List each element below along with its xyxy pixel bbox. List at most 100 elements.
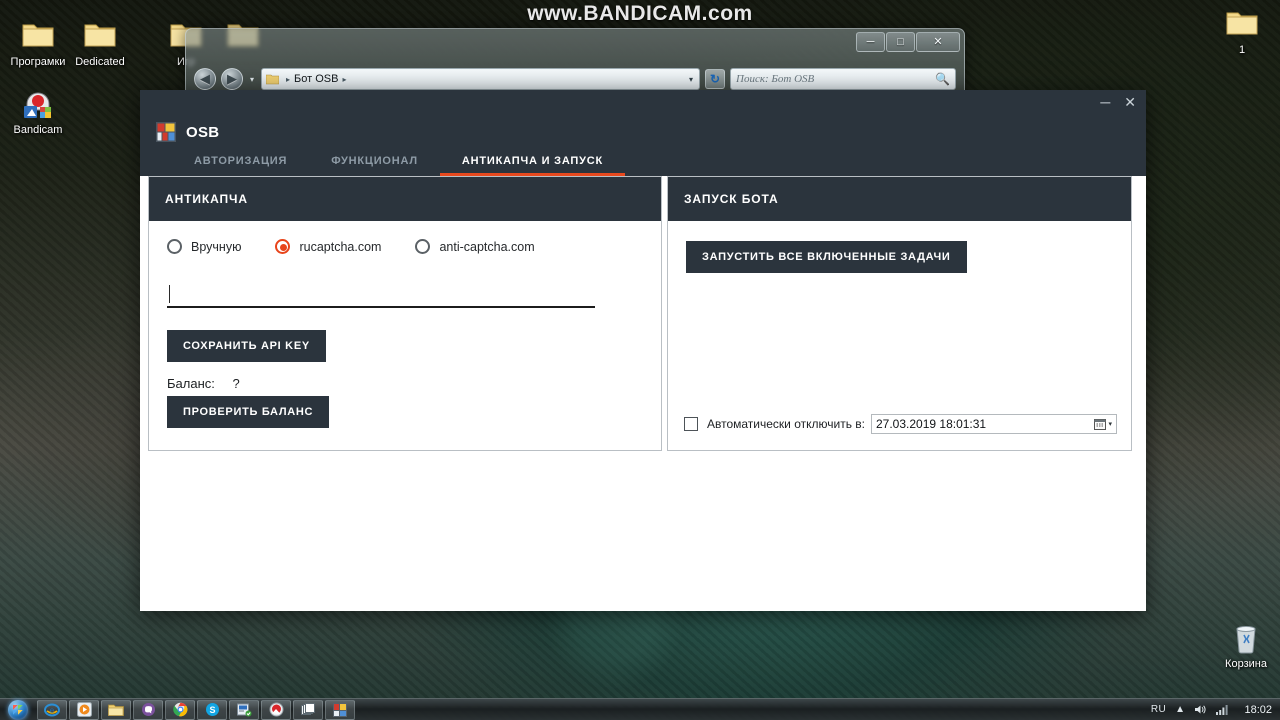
anticaptcha-panel: АНТИКАПЧА Вручную rucaptcha.com anti-cap… <box>148 176 662 451</box>
chevron-up-icon[interactable]: ▲ <box>1175 704 1185 715</box>
taskbar-skype[interactable]: S <box>197 699 227 720</box>
refresh-icon[interactable]: ↻ <box>705 69 725 89</box>
taskbar-internet-explorer[interactable]: e <box>37 699 67 720</box>
explorer-search-input[interactable]: Поиск: Бот OSB 🔍 <box>730 68 956 90</box>
radio-circle-selected-icon[interactable] <box>275 239 291 254</box>
osb-titlebar[interactable]: ─ ✕ OSB АВТОРИЗАЦИЯ ФУНКЦИОНАЛ АНТИКАПЧА… <box>140 90 1146 176</box>
check-balance-button[interactable]: ПРОВЕРИТЬ БАЛАНС <box>167 396 330 428</box>
taskbar-explorer[interactable] <box>101 699 131 720</box>
radio-rucaptcha-label: rucaptcha.com <box>299 239 382 254</box>
taskbar-media-player[interactable] <box>69 699 99 720</box>
desktop-icon-label: Bandicam <box>13 124 63 136</box>
captcha-service-radio-group[interactable]: Вручную rucaptcha.com anti-captcha.com <box>167 239 645 254</box>
volume-icon[interactable] <box>1194 704 1207 715</box>
svg-text:e: e <box>50 706 55 715</box>
radio-anticaptcha[interactable]: anti-captcha.com <box>415 239 535 254</box>
radio-rucaptcha[interactable]: rucaptcha.com <box>275 239 381 254</box>
internet-explorer-icon: e <box>44 703 60 716</box>
osb-window-controls[interactable]: ─ ✕ <box>1100 95 1136 109</box>
bandicam-icon <box>0 88 76 122</box>
desktop-icon-label: 1 <box>1238 44 1246 56</box>
save-api-key-button[interactable]: СОХРАНИТЬ API KEY <box>167 330 326 362</box>
media-player-icon <box>76 702 92 717</box>
anticaptcha-panel-header: АНТИКАПЧА <box>149 177 661 221</box>
api-key-input[interactable] <box>167 282 595 308</box>
folder-icon <box>108 704 124 716</box>
desktop-icon-label: Dedicated <box>75 56 125 68</box>
taskbar-bandicam[interactable] <box>261 699 291 720</box>
datetime-controls[interactable]: ▾ <box>1094 418 1114 430</box>
anticaptcha-panel-title: АНТИКАПЧА <box>165 192 248 206</box>
system-tray[interactable]: RU ▲ 18:02 <box>1151 704 1280 716</box>
forward-arrow-icon[interactable]: ▶ <box>221 68 243 90</box>
bandicam-watermark: www.BANDICAM.com <box>527 2 753 25</box>
tab-anticaptcha-launch[interactable]: АНТИКАПЧА И ЗАПУСК <box>439 155 626 176</box>
search-placeholder: Поиск: Бот OSB <box>736 73 815 85</box>
calendar-icon[interactable] <box>1094 418 1107 430</box>
explorer-window[interactable]: ─ □ ✕ ◀ ▶ ▾ ▸ Бот OSB ▸ ▾ ↻ Поиск: Бот O… <box>185 28 965 98</box>
datetime-value: 27.03.2019 18:01:31 <box>876 417 987 431</box>
viber-icon <box>141 703 155 716</box>
balance-value: ? <box>232 376 240 391</box>
explorer-minimize-button[interactable]: ─ <box>856 32 885 52</box>
osb-brand: OSB <box>156 122 219 142</box>
launch-bot-panel: ЗАПУСК БОТА ЗАПУСТИТЬ ВСЕ ВКЛЮЧЕННЫЕ ЗАД… <box>667 176 1132 451</box>
osb-tab-bar[interactable]: АВТОРИЗАЦИЯ ФУНКЦИОНАЛ АНТИКАПЧА И ЗАПУС… <box>172 155 626 176</box>
tray-clock[interactable]: 18:02 <box>1238 704 1272 716</box>
run-all-enabled-tasks-button[interactable]: ЗАПУСТИТЬ ВСЕ ВКЛЮЧЕННЫЕ ЗАДАЧИ <box>686 241 967 273</box>
anticaptcha-panel-content: Вручную rucaptcha.com anti-captcha.com С… <box>149 221 661 452</box>
tab-functional[interactable]: ФУНКЦИОНАЛ <box>309 155 440 176</box>
network-bars-icon[interactable] <box>1216 704 1229 715</box>
explorer-maximize-button[interactable]: □ <box>886 32 915 52</box>
tab-authorization[interactable]: АВТОРИЗАЦИЯ <box>172 155 309 176</box>
desktop-icon-label: Корзина <box>1225 658 1267 670</box>
breadcrumb-separator-end: ▸ <box>342 74 347 84</box>
windows-start-icon[interactable] <box>0 699 36 720</box>
desktop-icon-dedicated[interactable]: Dedicated <box>62 20 138 69</box>
taskbar-app[interactable] <box>229 699 259 720</box>
explorer-window-controls[interactable]: ─ □ ✕ <box>855 32 960 52</box>
launch-panel-title: ЗАПУСК БОТА <box>684 192 779 206</box>
taskbar-viber[interactable] <box>133 699 163 720</box>
breadcrumb-separator: ▸ <box>286 74 291 84</box>
recycle-bin-icon <box>1208 622 1280 656</box>
chevron-down-icon[interactable]: ▾ <box>1108 420 1112 428</box>
explorer-titlebar[interactable]: ─ □ ✕ <box>186 29 964 59</box>
radio-manual-label: Вручную <box>191 239 242 254</box>
radio-anticaptcha-label: anti-captcha.com <box>439 239 535 254</box>
osb-logo-icon <box>156 122 176 142</box>
osb-minimize-button[interactable]: ─ <box>1100 95 1110 109</box>
address-bar[interactable]: ▸ Бот OSB ▸ ▾ <box>261 68 700 90</box>
taskbar-chrome[interactable] <box>165 699 195 720</box>
back-arrow-icon[interactable]: ◀ <box>194 68 216 90</box>
bandicam-icon <box>269 702 283 717</box>
desktop-icon-bandicam[interactable]: Bandicam <box>0 88 76 137</box>
osb-logo-icon <box>333 702 347 717</box>
taskbar[interactable]: e S RU ▲ 18:02 <box>0 698 1280 720</box>
text-caret <box>169 285 170 303</box>
auto-shutdown-datetime-input[interactable]: 27.03.2019 18:01:31 ▾ <box>871 414 1117 434</box>
chevron-down-icon[interactable]: ▾ <box>689 75 696 84</box>
explorer-close-button[interactable]: ✕ <box>916 32 960 52</box>
osb-window-title: OSB <box>186 123 220 141</box>
osb-content-area: АНТИКАПЧА Вручную rucaptcha.com anti-cap… <box>140 176 1146 611</box>
radio-manual[interactable]: Вручную <box>167 239 241 254</box>
svg-text:S: S <box>209 705 215 715</box>
chevron-down-icon[interactable]: ▾ <box>250 75 254 84</box>
breadcrumb-path[interactable]: Бот OSB <box>294 73 338 85</box>
folder-icon <box>266 74 280 84</box>
taskbar-windows-group[interactable] <box>293 699 323 720</box>
launch-panel-header: ЗАПУСК БОТА <box>668 177 1131 221</box>
desktop-icon-recycle-bin[interactable]: Корзина <box>1208 622 1280 671</box>
radio-circle-icon[interactable] <box>167 239 182 254</box>
radio-circle-icon[interactable] <box>415 239 431 254</box>
balance-row: Баланс: ? <box>167 376 645 391</box>
tray-language[interactable]: RU <box>1151 704 1166 715</box>
desktop: www.BANDICAM.com Програмки Dedicated Игр… <box>0 0 1280 720</box>
skype-icon: S <box>205 703 219 716</box>
osb-close-button[interactable]: ✕ <box>1124 95 1136 109</box>
taskbar-osb[interactable] <box>325 699 355 720</box>
chrome-icon <box>172 702 187 717</box>
osb-window[interactable]: ─ ✕ OSB АВТОРИЗАЦИЯ ФУНКЦИОНАЛ АНТИКАПЧА… <box>140 90 1146 611</box>
auto-shutdown-checkbox[interactable] <box>684 417 698 431</box>
